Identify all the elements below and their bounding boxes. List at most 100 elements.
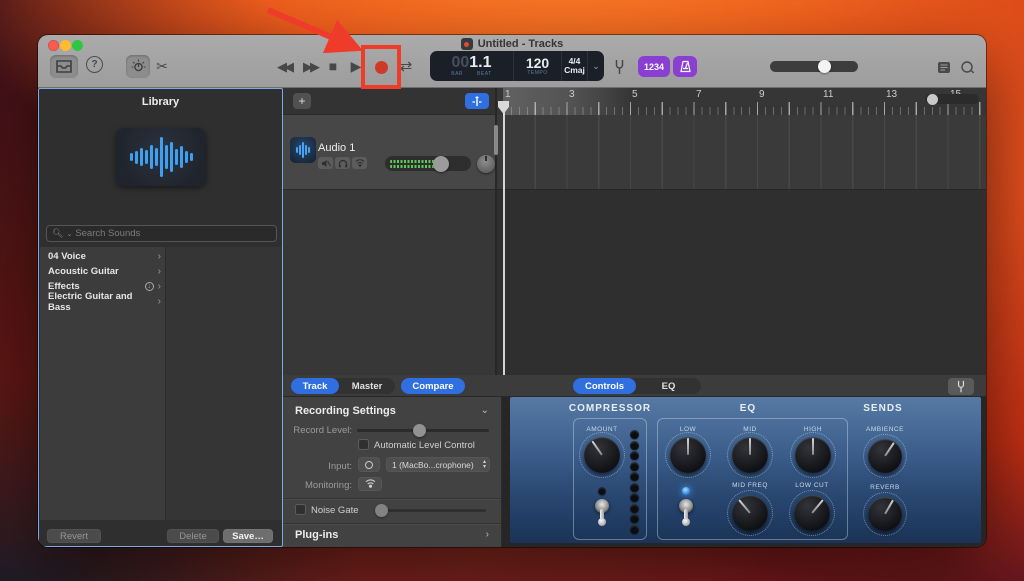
editors-button[interactable]: ✂	[152, 55, 172, 77]
eq-high-knob[interactable]	[795, 437, 831, 473]
library-browser: 04 Voice› Acoustic Guitar› Effects↓› Ele…	[40, 247, 282, 520]
pan-knob[interactable]	[477, 155, 495, 173]
tab-controls[interactable]: Controls	[573, 378, 636, 394]
tab-master[interactable]: Master	[339, 378, 395, 394]
metronome-button[interactable]	[673, 56, 697, 77]
smart-controls-panel: COMPRESSOR AMOUNT EQ LOW MID HIGH	[510, 397, 981, 543]
track-header-toolbar: +	[283, 88, 495, 115]
horizontal-zoom-slider[interactable]	[925, 94, 979, 104]
eq-mid-freq-knob[interactable]	[732, 495, 768, 531]
eq-power-led	[682, 487, 690, 495]
library-toggle-button[interactable]	[50, 55, 78, 78]
master-volume-slider[interactable]	[770, 61, 858, 72]
ruler-mark: 13	[886, 89, 897, 100]
rewind-button[interactable]: ◀◀	[274, 58, 294, 74]
cycle-button[interactable]: ⇄	[396, 58, 416, 74]
smart-controls-button[interactable]	[126, 55, 150, 78]
chevron-right-icon: ›	[158, 281, 161, 292]
delete-button[interactable]: Delete	[167, 529, 219, 543]
collapse-chevron-icon[interactable]: ⌄	[481, 405, 489, 416]
noise-gate-checkbox[interactable]	[295, 504, 306, 515]
controls-eq-segment: Controls EQ	[573, 378, 701, 394]
search-input[interactable]	[75, 228, 245, 239]
record-level-knob[interactable]	[413, 424, 426, 437]
library-item-04-voice[interactable]: 04 Voice›	[40, 249, 166, 264]
compressor-power-switch[interactable]	[593, 499, 611, 525]
input-format-button[interactable]	[358, 457, 380, 472]
lcd-display[interactable]: 001.1 BARBEAT 120 TEMPO 4/4 Cmaj ⌄	[430, 51, 604, 81]
mute-speaker-icon	[321, 159, 331, 168]
empty-arrange-area[interactable]	[497, 191, 986, 375]
cycle-loop-icon: ⇄	[400, 59, 413, 74]
record-level-slider[interactable]	[357, 429, 489, 432]
help-icon: ?	[91, 59, 97, 70]
mute-button[interactable]	[318, 157, 333, 169]
recording-settings-header[interactable]: Recording Settings	[295, 405, 396, 417]
bar-ruler[interactable]: 1 3 5 7 9 11 13 15	[497, 88, 986, 115]
forward-button[interactable]: ▶▶	[300, 58, 320, 74]
noise-gate-knob[interactable]	[375, 504, 388, 517]
zoom-slider-knob[interactable]	[927, 94, 938, 105]
reverb-label: REVERB	[855, 484, 915, 491]
library-item-acoustic-guitar[interactable]: Acoustic Guitar›	[40, 264, 166, 279]
eq-mid-knob[interactable]	[732, 437, 768, 473]
chevron-right-icon[interactable]: ›	[486, 529, 489, 540]
eq-power-switch[interactable]	[677, 499, 695, 525]
tuner-button[interactable]	[610, 57, 628, 76]
library-drawer-icon	[56, 60, 72, 73]
track-name[interactable]: Audio 1	[318, 142, 355, 154]
tab-eq[interactable]: EQ	[636, 378, 701, 394]
record-button[interactable]	[373, 59, 389, 75]
input-source-dropdown[interactable]: 1 (MacBo...crophone) ▴▾	[386, 457, 490, 472]
headphones-icon	[338, 159, 348, 168]
lcd-mode-chevron[interactable]: ⌄	[588, 51, 604, 81]
garageband-window: Untitled - Tracks ? ✂ ◀◀ ▶▶ ■ ▶	[38, 35, 986, 547]
ruler-mark: 5	[632, 89, 638, 100]
tuning-fork-icon	[614, 59, 625, 75]
input-monitoring-button[interactable]	[352, 157, 367, 169]
chevron-right-icon: ›	[158, 251, 161, 262]
controls-tuner-button[interactable]	[948, 378, 974, 395]
compressor-amount-knob[interactable]	[584, 437, 620, 473]
track-volume-knob[interactable]	[433, 156, 449, 172]
lcd-tempo-section: 120 TEMPO	[514, 51, 562, 81]
solo-button[interactable]	[335, 157, 350, 169]
stop-button[interactable]: ■	[326, 58, 340, 74]
compare-button[interactable]: Compare	[401, 378, 465, 394]
loop-browser-button[interactable]	[959, 59, 976, 76]
eq-low-knob[interactable]	[670, 437, 706, 473]
tempo-value: 120	[526, 57, 549, 69]
tuning-fork-icon	[956, 380, 966, 393]
save-button[interactable]: Save…	[223, 529, 273, 543]
quick-help-button[interactable]: ?	[86, 56, 103, 73]
sends-reverb-knob[interactable]	[868, 497, 902, 531]
noise-gate-label: Noise Gate	[311, 505, 359, 516]
search-sounds-field[interactable]: 🔍︎⌄	[46, 225, 277, 242]
track-lane-audio-1[interactable]	[497, 115, 986, 190]
vertical-scrollbar-handle[interactable]	[494, 125, 498, 155]
monitoring-button[interactable]	[358, 477, 382, 491]
auto-level-checkbox[interactable]	[358, 439, 369, 450]
key-signature: Cmaj	[564, 66, 585, 75]
revert-button[interactable]: Revert	[47, 529, 101, 543]
track-header-audio-1[interactable]: Audio 1	[283, 115, 495, 190]
master-volume-knob[interactable]	[818, 60, 831, 73]
tab-track[interactable]: Track	[291, 378, 339, 394]
play-button[interactable]: ▶	[349, 58, 363, 74]
notepad-button[interactable]	[935, 59, 952, 76]
titlebar: Untitled - Tracks ? ✂ ◀◀ ▶▶ ■ ▶	[38, 35, 986, 88]
stop-icon: ■	[329, 59, 337, 73]
mid-freq-label: MID FREQ	[720, 482, 780, 489]
count-in-button[interactable]: 1234	[638, 56, 670, 77]
ambience-label: AMBIENCE	[855, 426, 915, 433]
metronome-icon	[679, 60, 692, 73]
sends-ambience-knob[interactable]	[868, 439, 902, 473]
catch-playhead-button[interactable]	[465, 93, 489, 109]
eq-low-cut-knob[interactable]	[794, 495, 830, 531]
plugins-header[interactable]: Plug-ins	[295, 529, 338, 541]
noise-gate-slider[interactable]	[375, 509, 486, 512]
tracks-timeline[interactable]: 1 3 5 7 9 11 13 15	[497, 88, 986, 375]
library-item-electric-guitar-bass[interactable]: Electric Guitar and Bass›	[40, 294, 166, 309]
track-volume-slider[interactable]	[385, 156, 471, 171]
add-track-button[interactable]: +	[293, 93, 311, 109]
